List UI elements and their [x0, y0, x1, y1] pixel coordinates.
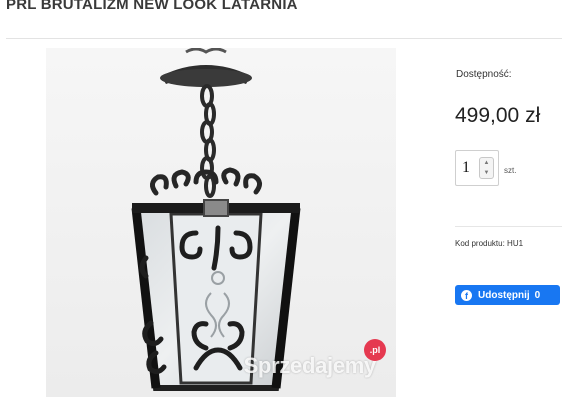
facebook-share-button[interactable]: f Udostępnij 0: [455, 285, 560, 305]
quantity-value: 1: [462, 159, 470, 176]
sidebar-divider: [455, 226, 562, 227]
watermark-text: Sprzedajemy: [243, 353, 377, 378]
chevron-up-icon[interactable]: ▲: [480, 158, 493, 168]
facebook-icon: f: [461, 289, 472, 301]
share-count: 0: [534, 289, 541, 301]
product-photo[interactable]: Sprzedajemy .pl: [46, 48, 396, 397]
availability-label: Dostępność:: [456, 69, 512, 80]
share-label: Udostępnij: [478, 289, 530, 301]
quantity-unit: szt.: [504, 166, 517, 175]
lantern-illustration: [46, 48, 396, 397]
price: 499,00 zł: [455, 104, 541, 127]
product-title: PRL BRUTALIZM NEW LOOK LATARNIA: [6, 0, 298, 13]
title-divider: [6, 38, 562, 39]
quantity-input[interactable]: 1 ▲ ▼: [455, 150, 499, 186]
watermark-badge: .pl: [364, 339, 386, 361]
quantity-stepper[interactable]: ▲ ▼: [479, 157, 494, 179]
product-code: Kod produktu: HU1: [455, 239, 524, 248]
chevron-down-icon[interactable]: ▼: [480, 168, 493, 178]
